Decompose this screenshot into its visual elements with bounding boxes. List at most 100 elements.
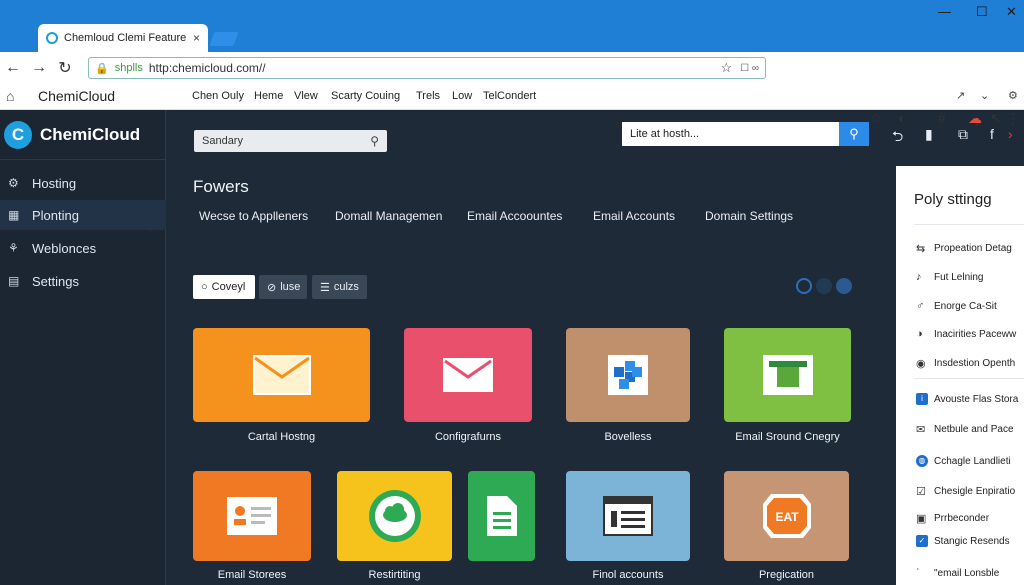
subtab[interactable]: Email Accoountes [467,209,562,223]
bookmark-star-icon[interactable]: ☆ [720,60,732,76]
extensions-icon[interactable]: # [938,110,946,126]
sidebar-item-weblonces[interactable]: ⚘ Weblonces [0,233,166,263]
chevron-icon[interactable]: › [1008,126,1013,142]
panel-row[interactable]: ▣ Prrbeconder [916,507,1024,529]
search-input[interactable]: Sandary ⚲ [194,130,387,152]
row-label: Chesigle Enpiratio [934,485,1016,497]
row-label: "email Lonsble [934,567,1000,579]
card-label: Configrafurns [434,431,502,443]
browser-tab[interactable]: Chemloud Clemi Feature × [38,24,208,52]
bookmark-item[interactable]: TelCondert [483,90,536,102]
row-icon: ◍ [916,455,928,467]
notification-icon[interactable]: ▮ [925,126,933,143]
sidebar-item-label: Plonting [32,207,79,223]
reload-icon[interactable]: ↻ [52,58,78,78]
url-bar[interactable]: 🔒 shplls http:chemicloud.com// ☆ ☐ ∞ [88,57,766,79]
search-icon[interactable]: ⚲ [370,134,379,148]
panel-row[interactable]: ◍ Cchagle Landlieti [916,450,1024,472]
panel-row[interactable]: ʿ "email Lonsble [916,562,1024,584]
menu-dots-icon[interactable]: ⋮ [1006,110,1020,127]
chevron-down-icon[interactable]: ⌄ [980,89,989,102]
card-bovelless[interactable] [566,328,690,422]
cloud-extension-icon[interactable]: ☁ [968,110,982,127]
filter-button[interactable]: ○ Coveyl [193,275,255,299]
url-text[interactable]: http:chemicloud.com// [149,61,721,75]
profile-icon[interactable]: ◐ [898,110,906,126]
app-bookmark-bar: ⌂ ChemiCloud Chen Ouly Heme Vlew Scarty … [0,84,1024,110]
panel-row[interactable]: ♂ Enorge Ca-Sit [916,295,1024,317]
maximize-icon[interactable]: ☐ [976,4,988,20]
view-toggle-icon[interactable] [796,278,812,294]
card-configrafurns[interactable] [404,328,532,422]
sidebar: C ChemiCloud ⚙ Hosting ▦ Plonting ⚘ Webl… [0,110,166,585]
sidebar-item-plonting[interactable]: ▦ Plonting [0,200,166,230]
view-toggle-icon[interactable] [816,278,832,294]
filter-button[interactable]: ⊘ luse [259,275,307,299]
row-label: Propeation Detag [934,242,1012,254]
card-document[interactable] [468,471,535,561]
panel-row[interactable]: ✉ Netbule and Pace [916,418,1024,440]
panel-row[interactable]: ◑ Inacirities Paceww [916,323,1024,345]
panel-row[interactable]: ✓ Stangic Resends [916,530,1024,552]
card-cartal-hosting[interactable] [193,328,370,422]
window-close-icon[interactable]: ✕ [1006,4,1017,20]
top-search-input[interactable]: Lite at hosth... [622,122,839,146]
panel-row[interactable]: ⇆ Propeation Detag [916,237,1024,259]
panel-row[interactable]: ☑ Chesigle Enpiratio [916,480,1024,502]
sidebar-item-label: Weblonces [32,240,97,256]
bookmark-item[interactable]: Trels [416,90,440,102]
chemicloud-favicon-icon [46,32,58,44]
document-icon [486,496,517,536]
bookmark-item[interactable]: Vlew [294,90,318,102]
list-icon: ☰ [320,281,330,294]
bookmark-item[interactable]: Heme [254,90,283,102]
row-label: Netbule and Pace [934,423,1014,435]
share-icon[interactable]: ⮌ [892,126,903,150]
panel-row[interactable]: ◉ Insdestion Openth [916,352,1024,374]
settings-gear-icon[interactable]: ⚙ [1008,89,1018,102]
filter-button[interactable]: ☰ culzs [312,275,367,299]
card-label: Bovelless [604,431,652,443]
checkbox-icon[interactable]: ✓ [916,535,928,547]
link-icon: ⊘ [267,281,277,294]
favorites-icon[interactable]: ☆ [870,110,883,127]
card-email-storees[interactable] [193,471,311,561]
url-scheme: shplls [114,62,143,74]
secure-lock-icon: 🔒 [95,62,109,75]
home-icon[interactable]: ⌂ [6,88,14,104]
pin-icon[interactable]: ↗ [956,89,965,102]
card-finol-accounts[interactable] [566,471,690,561]
search-button[interactable]: ⚲ [839,122,869,146]
card-label: Pregication [758,569,815,581]
card-restirtiting[interactable] [337,471,452,561]
card-email-sround-cnegry[interactable] [724,328,851,422]
panel-row[interactable]: ♪ Fut Lelning [916,266,1024,288]
url-extra: ☐ ∞ [740,62,759,74]
bookmark-item[interactable]: Chen Ouly [192,90,244,102]
divider [914,378,1024,379]
back-arrow-icon[interactable]: ← [0,59,26,77]
sidebar-logo[interactable]: C ChemiCloud [0,110,166,160]
sidebar-item-label: Hosting [32,175,77,191]
card-pregication[interactable]: EAT [724,471,849,561]
bookmark-item[interactable]: Scarty Couing [331,90,400,102]
bookmark-brand[interactable]: ChemiCloud [38,88,115,104]
panel-row[interactable]: i Avouste Flas Stora [916,388,1024,410]
subtab[interactable]: Wecse to Applleners [199,209,308,223]
subtab[interactable]: Domall Managemen [335,209,442,223]
subtab[interactable]: Domain Settings [705,209,793,223]
facebook-icon[interactable]: f [990,126,994,142]
export-icon[interactable]: ⧉ [958,126,968,143]
subtab[interactable]: Email Accounts [593,209,675,223]
bookmark-item[interactable]: Low [452,90,472,102]
row-icon: ▣ [916,512,927,525]
cloud-badge-icon [368,490,421,542]
new-tab-button[interactable] [209,32,239,46]
envelope-icon [252,355,311,395]
sidebar-item-settings[interactable]: ▤ Settings [0,266,166,296]
sidebar-item-hosting[interactable]: ⚙ Hosting [0,168,166,198]
minimize-icon[interactable]: — [938,4,951,19]
close-tab-icon[interactable]: × [193,31,200,45]
view-toggle-icon[interactable] [836,278,852,294]
forward-arrow-icon[interactable]: → [26,59,52,77]
